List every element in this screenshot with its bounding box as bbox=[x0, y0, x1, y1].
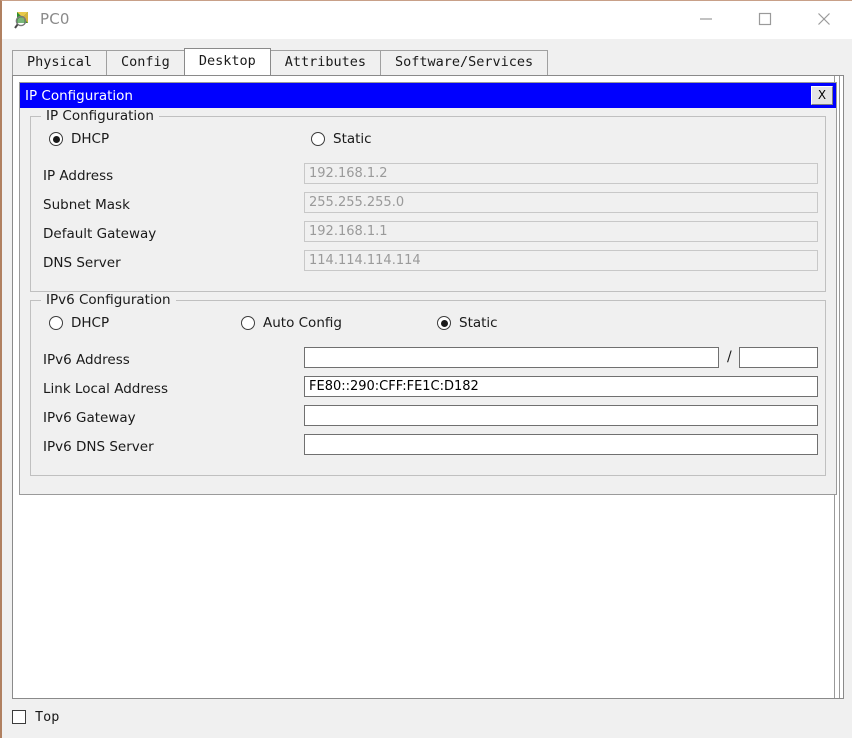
field-row-ipv6-address: IPv6 Address / bbox=[41, 347, 818, 376]
window-title: PC0 bbox=[40, 10, 70, 28]
minimize-button[interactable] bbox=[683, 1, 729, 37]
radio-ipv6-auto-config-label: Auto Config bbox=[263, 315, 342, 331]
input-ipv6-gateway[interactable] bbox=[304, 405, 818, 426]
ipv6-group-legend: IPv6 Configuration bbox=[41, 292, 176, 308]
label-link-local-address: Link Local Address bbox=[43, 381, 168, 397]
field-row-ipv6-gateway: IPv6 Gateway bbox=[41, 405, 818, 434]
ip-configuration-dialog: IP Configuration X IP Configuration DHCP bbox=[19, 82, 837, 495]
input-default-gateway[interactable] bbox=[304, 221, 818, 242]
radio-ipv6-dhcp[interactable]: DHCP bbox=[49, 315, 109, 331]
radio-ipv6-dhcp-mark bbox=[49, 316, 63, 330]
tab-software-services[interactable]: Software/Services bbox=[380, 50, 549, 75]
input-dns-server[interactable] bbox=[304, 250, 818, 271]
ipv4-group-legend: IP Configuration bbox=[41, 108, 159, 124]
label-subnet-mask: Subnet Mask bbox=[43, 197, 130, 213]
radio-ipv6-dhcp-label: DHCP bbox=[71, 315, 110, 331]
field-row-link-local-address: Link Local Address bbox=[41, 376, 818, 405]
ipv6-mode-radio-row: DHCP Auto Config Static bbox=[41, 315, 815, 341]
tab-attributes[interactable]: Attributes bbox=[269, 50, 381, 75]
top-checkbox[interactable] bbox=[12, 710, 26, 724]
radio-ipv4-dhcp-mark bbox=[49, 132, 63, 146]
tab-bar: Physical Config Desktop Attributes Softw… bbox=[12, 48, 549, 75]
close-button[interactable] bbox=[801, 1, 847, 37]
tab-physical[interactable]: Physical bbox=[12, 50, 108, 75]
radio-ipv4-dhcp-label: DHCP bbox=[71, 131, 110, 147]
tab-config[interactable]: Config bbox=[106, 50, 185, 75]
input-ip-address[interactable] bbox=[304, 163, 818, 184]
ip-configuration-title: IP Configuration bbox=[25, 87, 133, 104]
radio-ipv4-dhcp[interactable]: DHCP bbox=[49, 131, 109, 147]
top-checkbox-label: Top bbox=[35, 709, 60, 725]
ipv4-mode-radio-row: DHCP Static bbox=[41, 131, 815, 157]
maximize-button[interactable] bbox=[742, 1, 788, 37]
label-dns-server: DNS Server bbox=[43, 255, 121, 271]
label-ipv6-dns-server: IPv6 DNS Server bbox=[43, 439, 154, 455]
field-row-subnet-mask: Subnet Mask bbox=[41, 192, 818, 221]
minimize-icon bbox=[700, 18, 712, 20]
input-ipv6-prefix-length[interactable] bbox=[739, 347, 818, 368]
radio-ipv4-static-mark bbox=[311, 132, 325, 146]
radio-ipv6-auto-config[interactable]: Auto Config bbox=[241, 315, 342, 331]
input-ipv6-address[interactable] bbox=[304, 347, 719, 368]
input-ipv6-dns-server[interactable] bbox=[304, 434, 818, 455]
input-link-local-address[interactable] bbox=[304, 376, 818, 397]
maximize-icon bbox=[758, 12, 772, 26]
dialog-close-button[interactable]: X bbox=[811, 86, 833, 105]
window-title-bar: PC0 bbox=[2, 1, 852, 39]
ipv4-configuration-group: IP Configuration DHCP Static IP Address bbox=[30, 108, 826, 292]
label-ipv6-gateway: IPv6 Gateway bbox=[43, 410, 136, 426]
ipv6-prefix-separator: / bbox=[727, 349, 732, 365]
pc0-window: PC0 Physical Config Desktop Attributes S… bbox=[0, 0, 852, 738]
radio-ipv6-static-label: Static bbox=[459, 315, 498, 331]
input-subnet-mask[interactable] bbox=[304, 192, 818, 213]
bottom-bar: Top bbox=[12, 705, 59, 729]
packet-tracer-device-icon bbox=[14, 10, 34, 30]
radio-ipv6-auto-config-mark bbox=[241, 316, 255, 330]
field-row-dns-server: DNS Server bbox=[41, 250, 818, 279]
tab-desktop[interactable]: Desktop bbox=[183, 48, 271, 75]
field-row-ip-address: IP Address bbox=[41, 163, 818, 192]
radio-ipv4-static[interactable]: Static bbox=[311, 131, 372, 147]
field-row-default-gateway: Default Gateway bbox=[41, 221, 818, 250]
label-ip-address: IP Address bbox=[43, 168, 114, 184]
ip-configuration-body: IP Configuration DHCP Static IP Address bbox=[20, 108, 836, 494]
radio-ipv6-static-mark bbox=[437, 316, 451, 330]
desktop-content-panel: IP Configuration X IP Configuration DHCP bbox=[12, 75, 844, 699]
ipv6-configuration-group: IPv6 Configuration DHCP Auto Config Stat… bbox=[30, 292, 826, 476]
field-row-ipv6-dns-server: IPv6 DNS Server bbox=[41, 434, 818, 463]
ip-configuration-titlebar: IP Configuration X bbox=[20, 83, 836, 108]
label-default-gateway: Default Gateway bbox=[43, 226, 157, 242]
close-icon bbox=[818, 13, 830, 25]
label-ipv6-address: IPv6 Address bbox=[43, 352, 130, 368]
radio-ipv4-static-label: Static bbox=[333, 131, 372, 147]
radio-ipv6-static[interactable]: Static bbox=[437, 315, 498, 331]
panel-divider-outer bbox=[839, 76, 840, 698]
